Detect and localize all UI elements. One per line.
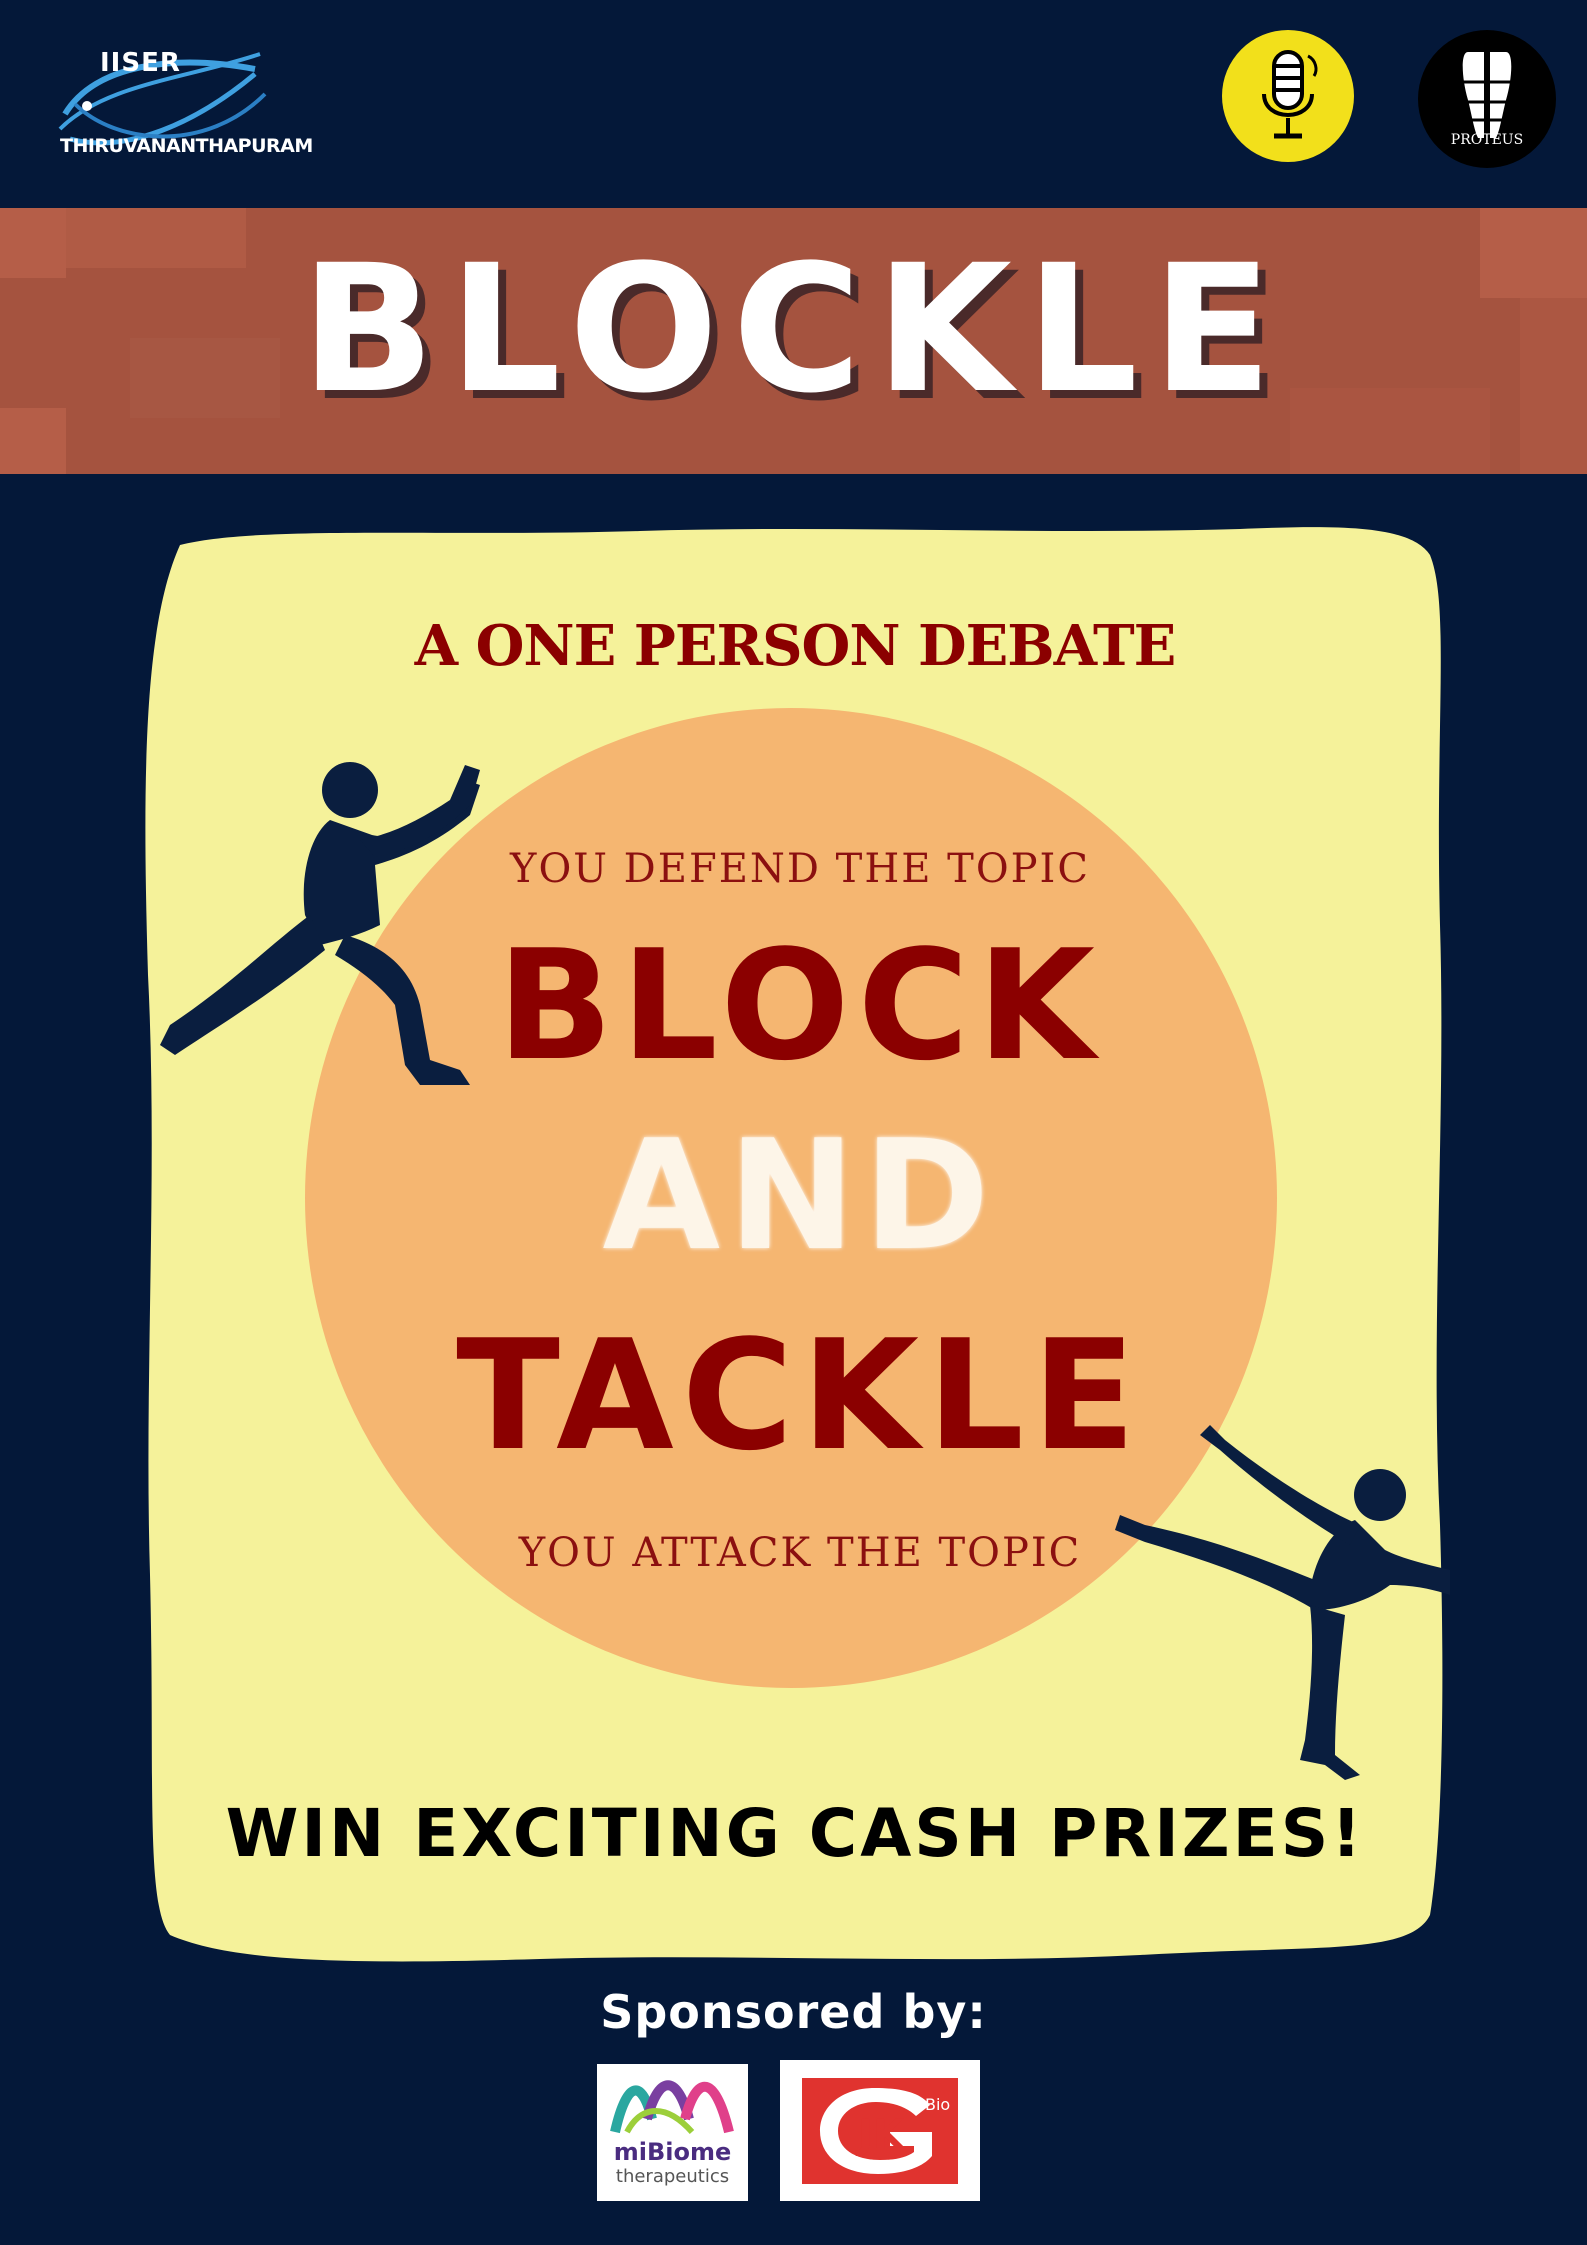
mibiome-name: miBiome [613,2138,732,2166]
word-and: AND [602,1107,998,1284]
proteus-logo-text: PROTEUS [1450,132,1524,148]
subtitle: A ONE PERSON DEBATE [414,613,1177,679]
martial-artist-right-icon [1115,1425,1450,1780]
jk-bio-text: Bio [925,2095,950,2114]
event-title: BLOCKLE [300,227,1287,432]
sponsored-by-label: Sponsored by: [600,1985,987,2039]
jk-bio-logo: JK Bio [780,2060,980,2201]
prizes-text: WIN EXCITING CASH PRIZES! [225,1795,1365,1872]
jk-text: JK [855,2112,906,2158]
microphone-logo [1222,30,1354,162]
jk-bio-icon: JK Bio [802,2078,958,2184]
iiser-logo-text: IISER [100,48,181,78]
mibiome-subtext: therapeutics [615,2166,730,2187]
iiser-logo-subtext: THIRUVANANTHAPURAM [60,135,313,157]
microphone-icon [1262,50,1318,139]
martial-artist-left-icon [160,762,480,1085]
mibiome-wave-icon [610,2080,734,2135]
